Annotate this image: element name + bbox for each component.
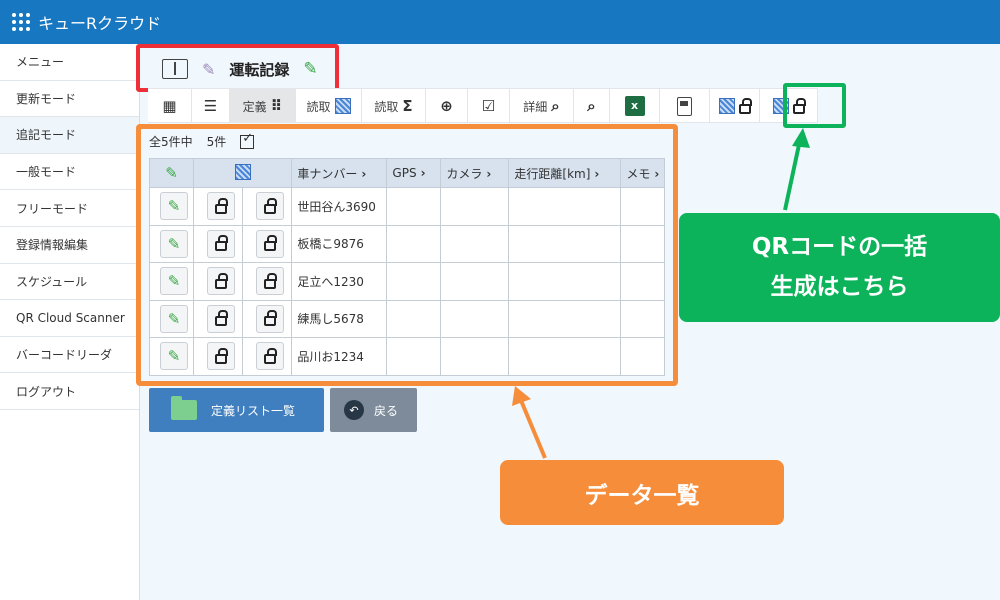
definition-button[interactable]: 定義 ⠿ xyxy=(230,89,296,123)
sidebar-item-qr-cloud-scanner[interactable]: QR Cloud Scanner xyxy=(0,300,139,337)
sidebar-item-barcode-reader[interactable]: バーコードリーダ xyxy=(0,337,139,374)
sidebar-item-schedule[interactable]: スケジュール xyxy=(0,264,139,301)
list-view-icon: ☰ xyxy=(203,97,218,115)
back-arrow-icon: ↶ xyxy=(344,400,364,420)
qr-code-icon xyxy=(718,98,735,114)
add-comment-button[interactable]: ⊕ xyxy=(426,89,468,123)
read-sum-button[interactable]: 読取 Σ xyxy=(362,89,426,123)
read-sum-label: 読取 xyxy=(374,99,399,114)
apps-grid-icon[interactable] xyxy=(12,13,30,31)
sidebar-item-append-mode[interactable]: 追記モード xyxy=(0,117,139,154)
search-button[interactable]: ⌕ xyxy=(574,89,610,123)
green-arrow-head xyxy=(792,128,810,148)
bulk-qr-callout-line1: QRコードの一括 xyxy=(751,234,928,261)
sidebar-item-logout[interactable]: ログアウト xyxy=(0,373,139,410)
checklist-button[interactable]: ☑ xyxy=(468,89,510,123)
app-header: キューRクラウド xyxy=(0,0,1000,44)
sidebar: メニュー 更新モード 追記モード 一般モード フリーモード 登録情報編集 スケジ… xyxy=(0,44,140,600)
csv-file-icon xyxy=(677,96,692,116)
back-label: 戻る xyxy=(374,403,399,418)
sigma-icon: Σ xyxy=(402,97,413,115)
add-comment-icon: ⊕ xyxy=(440,97,453,115)
search-icon: ⌕ xyxy=(587,97,596,115)
folder-icon xyxy=(171,396,197,420)
bulk-qr-callout-line2: 生成はこちら xyxy=(770,273,909,300)
app-title: キューRクラウド xyxy=(38,14,162,33)
list-view-button[interactable]: ☰ xyxy=(192,89,230,123)
orange-arrow-head xyxy=(512,386,531,406)
detail-button[interactable]: 詳細 ⌕ xyxy=(510,89,574,123)
sidebar-item-registration-edit[interactable]: 登録情報編集 xyxy=(0,227,139,264)
excel-icon: x xyxy=(624,96,645,116)
bulk-qr-highlight-box xyxy=(783,83,846,128)
data-list-callout: データ一覧 xyxy=(500,460,784,525)
checklist-icon: ☑ xyxy=(481,97,496,115)
grid-view-icon: ▦ xyxy=(162,97,177,115)
sidebar-item-free-mode[interactable]: フリーモード xyxy=(0,190,139,227)
data-table-highlight-box xyxy=(136,124,678,386)
definition-list-label: 定義リスト一覧 xyxy=(211,403,296,418)
lock-icon xyxy=(738,97,752,114)
excel-export-button[interactable]: x xyxy=(610,89,660,123)
qr-lock-button[interactable] xyxy=(710,89,760,123)
toolbar: ▦ ☰ 定義 ⠿ 読取 読取 Σ ⊕ ☑ 詳細 ⌕ ⌕ x xyxy=(148,88,818,123)
sidebar-item-menu[interactable]: メニュー xyxy=(0,44,139,81)
title-highlight-box xyxy=(136,44,339,92)
grid-view-button[interactable]: ▦ xyxy=(148,89,192,123)
magnifier-icon: ⌕ xyxy=(551,97,560,115)
bulk-qr-callout: QRコードの一括 生成はこちら xyxy=(679,213,1000,322)
detail-label: 詳細 xyxy=(523,99,548,114)
qr-code-icon xyxy=(334,98,351,114)
green-callout-arrow xyxy=(783,139,802,211)
sidebar-item-general-mode[interactable]: 一般モード xyxy=(0,154,139,191)
orange-callout-arrow xyxy=(518,397,547,459)
back-button[interactable]: ↶ 戻る xyxy=(330,388,417,432)
sidebar-item-update-mode[interactable]: 更新モード xyxy=(0,81,139,118)
dots-grid-icon: ⠿ xyxy=(270,97,283,115)
definition-label: 定義 xyxy=(242,99,267,114)
read-qr-button[interactable]: 読取 xyxy=(296,89,362,123)
csv-export-button[interactable] xyxy=(660,89,710,123)
definition-list-button[interactable]: 定義リスト一覧 xyxy=(149,388,324,432)
read-qr-label: 読取 xyxy=(306,99,331,114)
